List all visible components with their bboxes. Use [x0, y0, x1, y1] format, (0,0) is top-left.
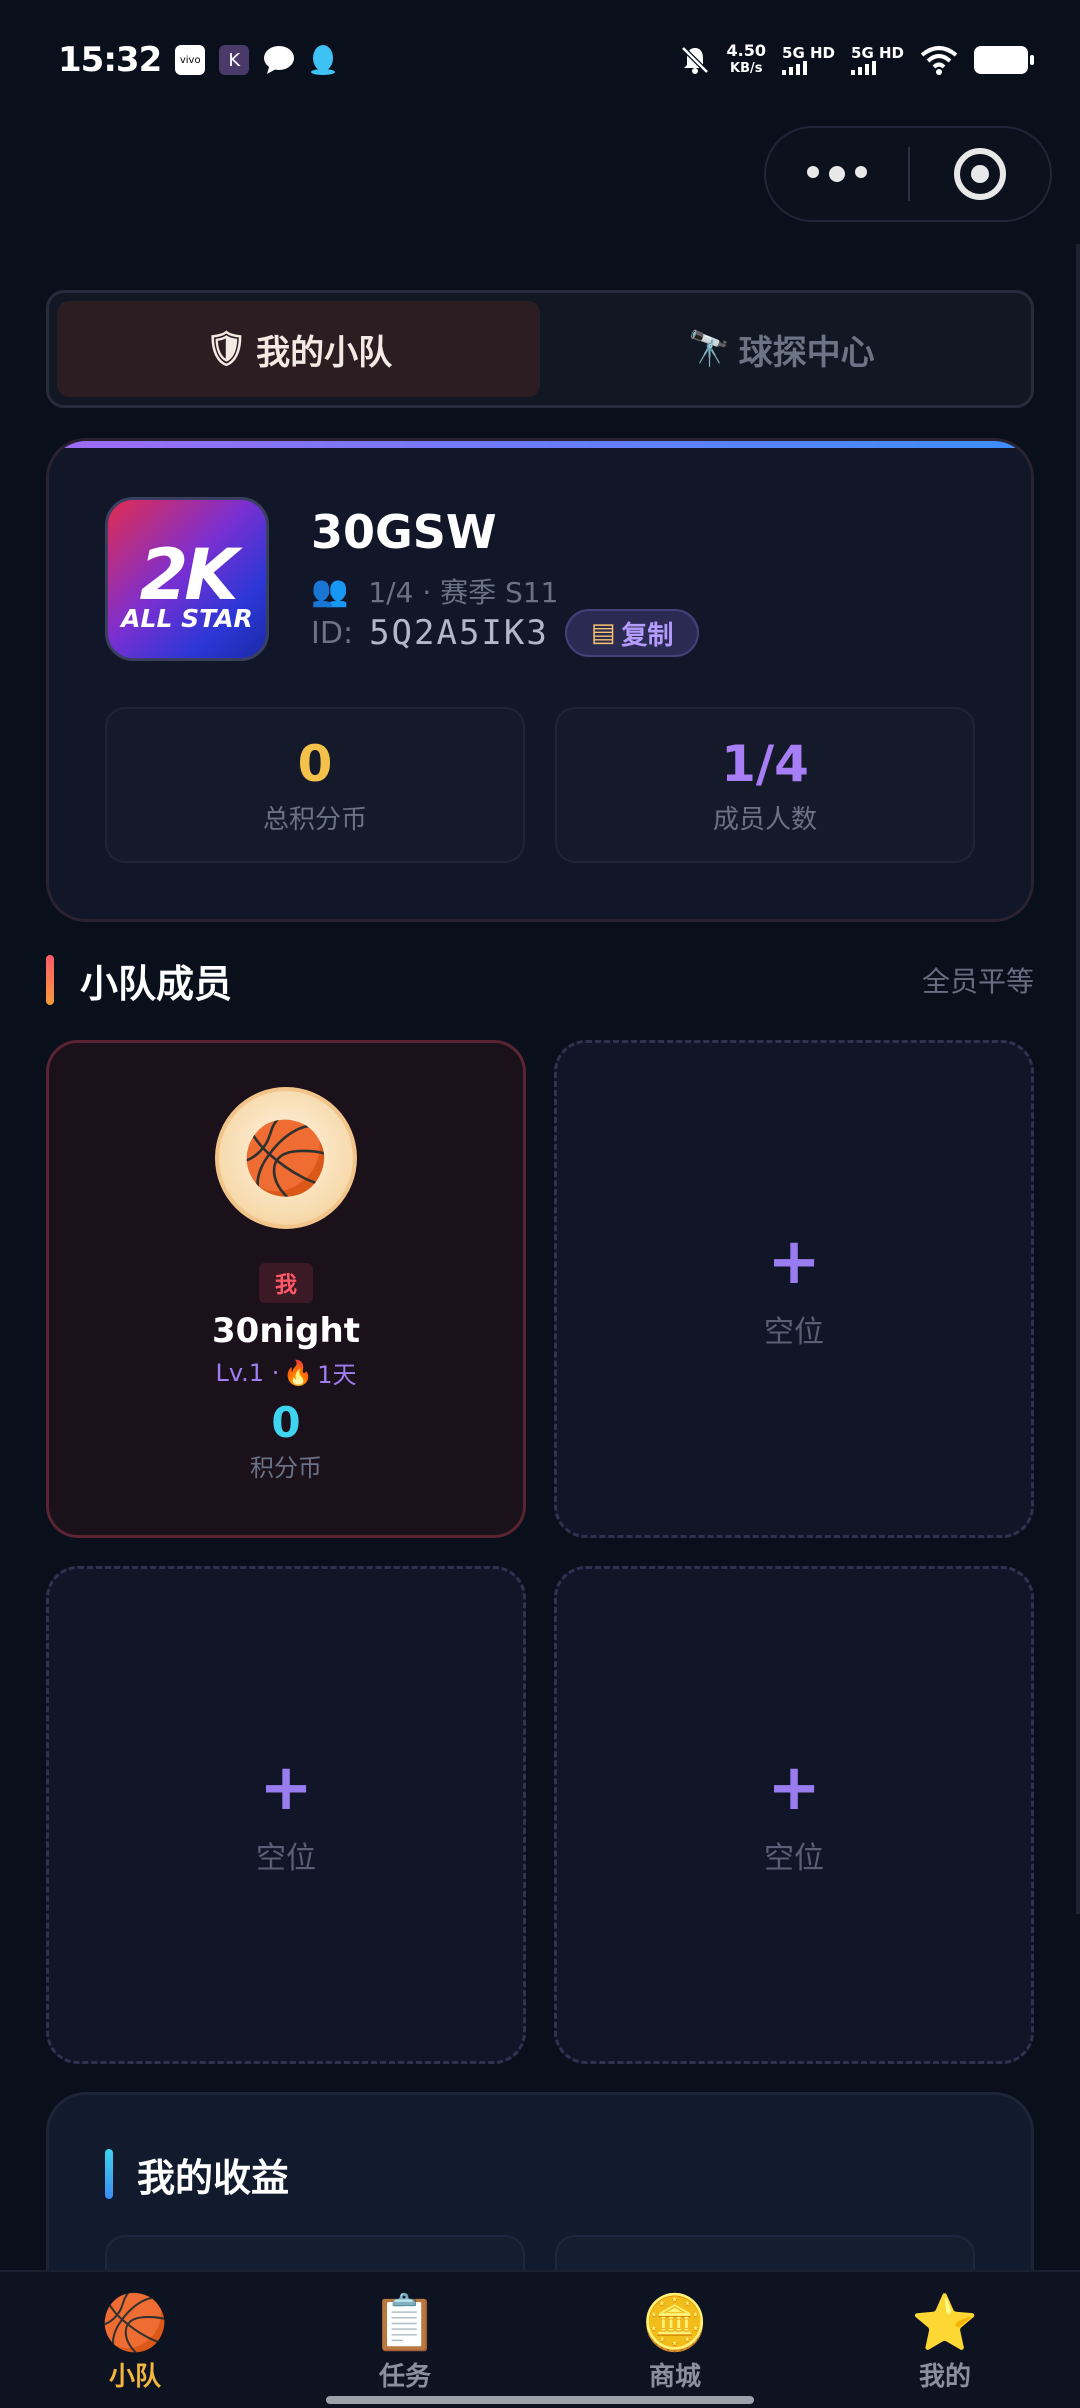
- avatar: 🏀: [215, 1087, 357, 1229]
- team-icon: 🏀: [101, 2291, 169, 2354]
- earnings-title: 我的收益: [137, 2156, 290, 2200]
- plus-icon: +: [259, 1751, 313, 1825]
- team-members-season: 1/4 · 赛季 S11: [368, 576, 559, 609]
- nav-task-label: 任务: [378, 2362, 431, 2392]
- empty-slot[interactable]: + 空位: [554, 1566, 1034, 2064]
- team-card-accent: [49, 441, 1031, 448]
- status-left: 15:32 vivo K: [58, 40, 337, 80]
- vivo-app-icon: vivo: [175, 45, 206, 75]
- team-card: 2K ALL STAR 30GSW 👥 1/4 · 赛季 S11 ID: 5Q2…: [46, 438, 1034, 922]
- empty-slot-label: 空位: [764, 1315, 824, 1350]
- net-speed-unit: KB/s: [730, 61, 763, 76]
- team-id-value: 5Q2A5IK3: [369, 613, 549, 653]
- shield-star-icon: 🛡: [204, 329, 249, 369]
- shop-icon: 🪙: [641, 2291, 709, 2354]
- qq-icon: [311, 45, 336, 75]
- total-points-stat: 0 总积分币: [105, 707, 525, 863]
- target-icon: [953, 148, 1006, 200]
- nav-shop-label: 商城: [648, 2362, 701, 2392]
- member-score-label: 积分币: [250, 1454, 322, 1482]
- status-right: 4.50 KB/s 5G HD 5G HD: [679, 42, 1034, 78]
- close-miniprogram-button[interactable]: [910, 148, 1050, 200]
- team-name: 30GSW: [311, 505, 497, 559]
- member-count-stat: 1/4 成员人数: [555, 707, 975, 863]
- member-count-label: 成员人数: [712, 804, 817, 835]
- profile-icon: ⭐: [911, 2291, 979, 2354]
- member-level: Lv.1 · 🔥 1天: [215, 1355, 356, 1390]
- empty-slot-label: 空位: [256, 1841, 316, 1876]
- member-card-me[interactable]: 🏀 我 30night Lv.1 · 🔥 1天 0 积分币: [46, 1040, 526, 1538]
- nav-team[interactable]: 🏀 小队: [0, 2272, 270, 2408]
- empty-slot[interactable]: + 空位: [46, 1566, 526, 2064]
- section-accent-bar: [105, 2149, 113, 2199]
- status-time: 15:32: [58, 40, 162, 80]
- copy-icon: ▤: [590, 618, 616, 648]
- section-accent-bar: [46, 955, 54, 1005]
- tab-my-team-label: 我的小队: [256, 332, 393, 373]
- empty-slot[interactable]: + 空位: [554, 1040, 1034, 1538]
- nav-profile[interactable]: ⭐ 我的: [810, 2272, 1080, 2408]
- team-logo: 2K ALL STAR: [105, 497, 269, 661]
- plus-icon: +: [767, 1751, 821, 1825]
- task-icon: 📋: [371, 2291, 439, 2354]
- tab-scout-center-label: 球探中心: [738, 332, 875, 373]
- total-points-value: 0: [297, 734, 333, 793]
- team-logo-subtext: ALL STAR: [121, 604, 253, 633]
- members-section-header: 小队成员 全员平等: [46, 952, 1034, 1008]
- copy-id-button[interactable]: ▤ 复制: [564, 609, 700, 657]
- me-badge: 我: [258, 1263, 313, 1303]
- tab-bar: 🛡 我的小队 🔭 球探中心: [46, 290, 1034, 408]
- status-bar: 15:32 vivo K 4.50 KB/s 5G HD 5G HD: [0, 0, 1080, 120]
- sim1-signal: 5G HD: [782, 45, 835, 75]
- plus-icon: +: [767, 1225, 821, 1299]
- members-icon: 👥: [311, 573, 349, 609]
- members-section-title: 小队成员: [80, 961, 233, 1006]
- member-score: 0: [271, 1398, 301, 1447]
- team-id-label: ID:: [311, 615, 354, 651]
- team-id-row: ID: 5Q2A5IK3 ▤ 复制: [311, 609, 700, 657]
- wifi-icon: [920, 46, 958, 75]
- signal-bars-icon: [851, 61, 877, 75]
- scrollbar[interactable]: [1076, 244, 1080, 1914]
- home-indicator[interactable]: [326, 2396, 754, 2404]
- capsule-menu: [764, 126, 1052, 222]
- bottom-nav: 🏀 小队 📋 任务 🪙 商城 ⭐ 我的: [0, 2270, 1080, 2408]
- member-streak: 1天: [317, 1361, 357, 1389]
- sim2-label: 5G HD: [851, 44, 904, 62]
- nav-task[interactable]: 📋 任务: [270, 2272, 540, 2408]
- battery-icon: [974, 46, 1034, 74]
- copy-id-label: 复制: [621, 620, 674, 651]
- total-points-label: 总积分币: [262, 804, 367, 835]
- empty-slot-label: 空位: [764, 1841, 824, 1876]
- k-app-icon: K: [219, 45, 250, 75]
- member-count-value: 1/4: [721, 734, 809, 793]
- signal-bars-icon: [782, 61, 808, 75]
- telescope-icon: 🔭: [688, 329, 731, 369]
- members-section-note: 全员平等: [921, 965, 1034, 998]
- mute-bell-icon: [680, 46, 709, 74]
- net-speed-value: 4.50: [726, 41, 767, 60]
- nav-shop[interactable]: 🪙 商城: [540, 2272, 810, 2408]
- team-meta: 👥 1/4 · 赛季 S11: [311, 571, 558, 611]
- tab-scout-center[interactable]: 🔭 球探中心: [540, 301, 1023, 397]
- nav-profile-label: 我的: [918, 2362, 971, 2392]
- tab-my-team[interactable]: 🛡 我的小队: [57, 301, 540, 397]
- chat-icon: [264, 46, 295, 74]
- more-dots-icon: [807, 166, 819, 178]
- more-button[interactable]: [766, 166, 908, 182]
- fire-icon: 🔥: [283, 1358, 314, 1387]
- nav-team-label: 小队: [108, 2362, 161, 2392]
- sim2-signal: 5G HD: [851, 45, 904, 75]
- member-name: 30night: [212, 1311, 360, 1351]
- net-speed: 4.50 KB/s: [727, 42, 766, 78]
- sim1-label: 5G HD: [782, 44, 836, 62]
- member-level-text: Lv.1 ·: [215, 1358, 280, 1387]
